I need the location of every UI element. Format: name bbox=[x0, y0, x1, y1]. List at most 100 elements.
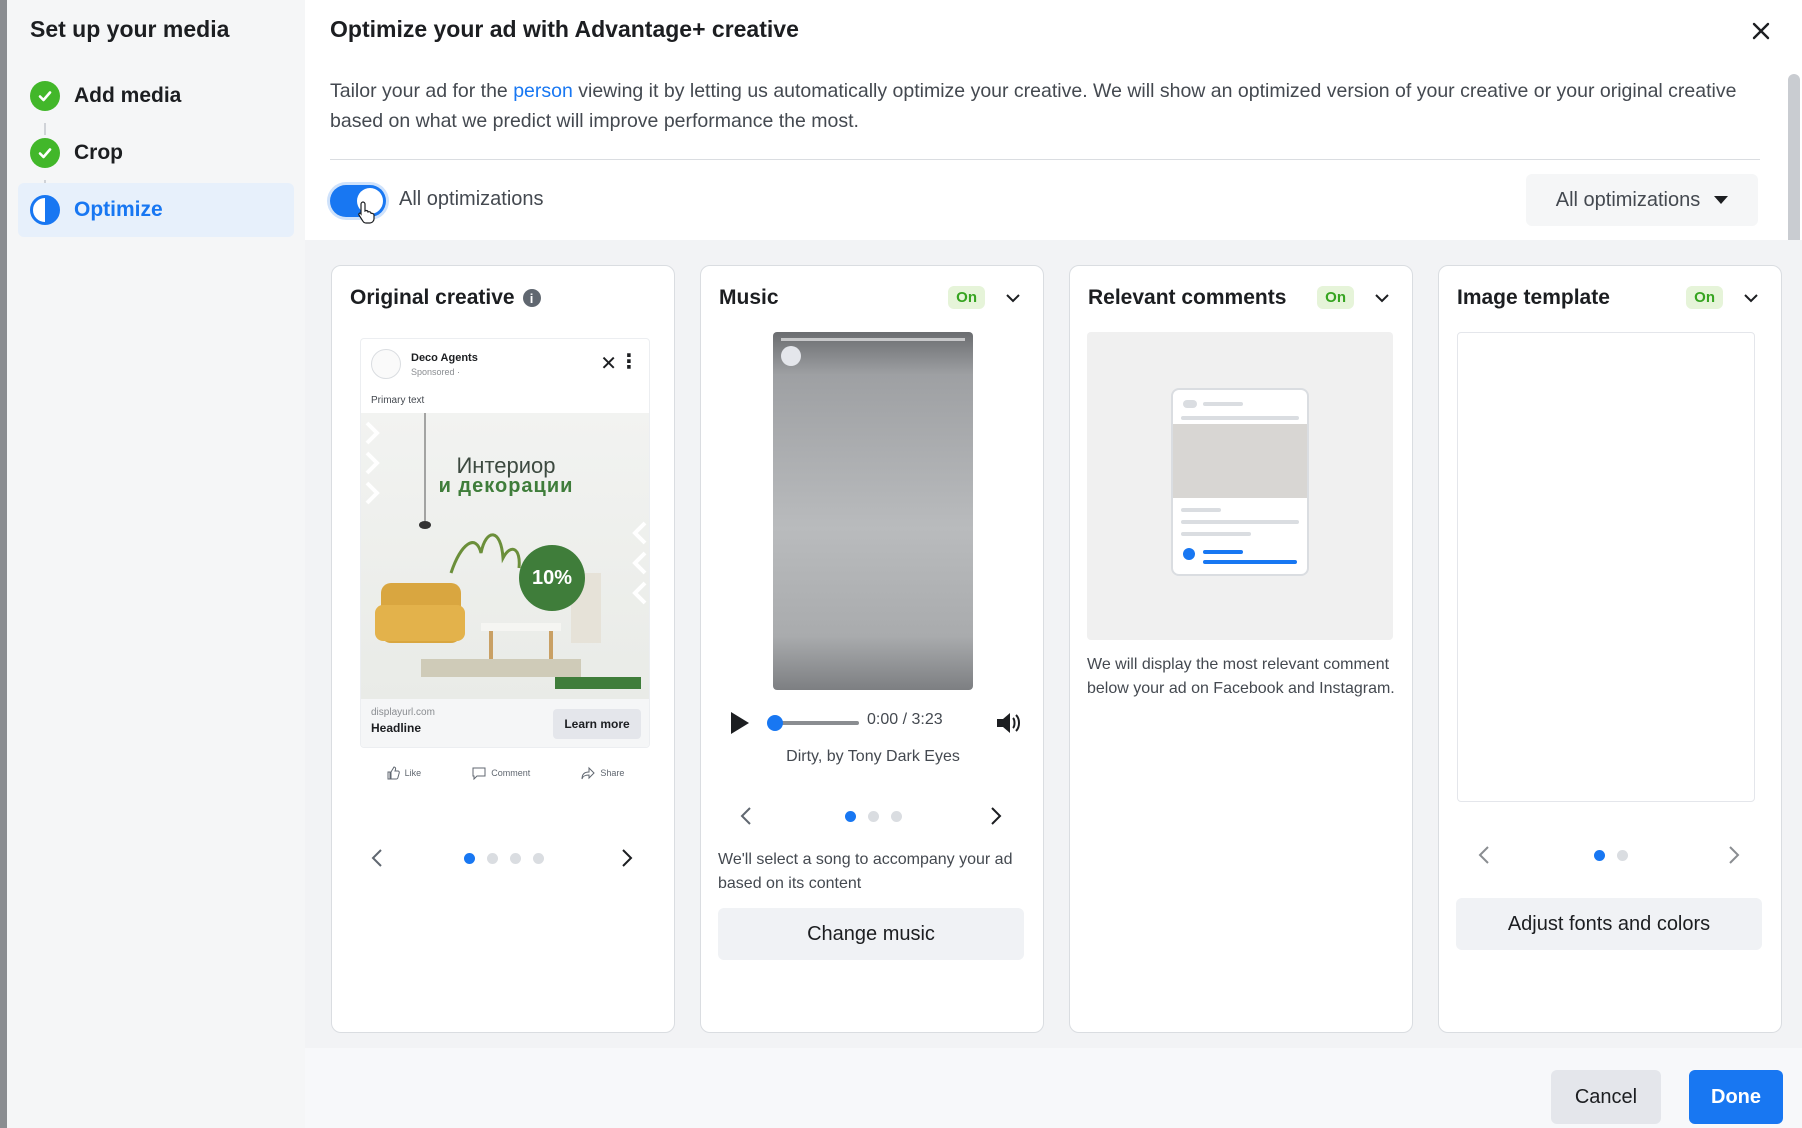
ad-headline: Headline bbox=[371, 721, 422, 735]
like-icon bbox=[387, 766, 400, 780]
divider bbox=[330, 159, 1760, 160]
slider-handle[interactable] bbox=[767, 715, 783, 731]
dropdown-value: All optimizations bbox=[1555, 188, 1701, 211]
ad-header: Deco Agents Sponsored · ✕ ⋮ bbox=[361, 339, 649, 387]
comments-description: We will display the most relevant commen… bbox=[1087, 656, 1395, 697]
caret-down-icon bbox=[1714, 196, 1729, 204]
ad-preview: Deco Agents Sponsored · ✕ ⋮ Primary text bbox=[360, 338, 650, 748]
like-action: Like bbox=[386, 766, 421, 780]
carousel-dots bbox=[349, 853, 659, 864]
volume-icon[interactable] bbox=[993, 708, 1023, 738]
status-badge: On bbox=[948, 286, 985, 309]
template-preview bbox=[1457, 332, 1755, 802]
music-description: We'll select a song to accompany your ad… bbox=[718, 851, 1013, 892]
ad-image: Интериор и декорации 10% bbox=[361, 413, 649, 699]
step-add-media[interactable]: Add media bbox=[18, 69, 294, 123]
mock-post-illustration bbox=[1171, 388, 1309, 576]
carousel-dot[interactable] bbox=[1617, 850, 1628, 861]
ad-primary-text: Primary text bbox=[371, 395, 425, 406]
close-button[interactable] bbox=[1744, 14, 1778, 48]
carousel-dot[interactable] bbox=[1594, 850, 1605, 861]
discount-badge: 10% bbox=[519, 545, 585, 611]
sidebar-title: Set up your media bbox=[30, 16, 230, 42]
step-label: Optimize bbox=[74, 198, 163, 221]
step-optimize[interactable]: Optimize bbox=[18, 183, 294, 237]
setup-sidebar: Set up your media Add media Crop Optimiz… bbox=[0, 0, 305, 1128]
audio-time: 0:00 / 3:23 bbox=[867, 711, 943, 728]
learn-more-button: Learn more bbox=[553, 709, 641, 739]
optimize-dialog: Optimize your ad with Advantage+ creativ… bbox=[305, 0, 1802, 1128]
change-music-button[interactable]: Change music bbox=[718, 908, 1024, 960]
carousel-dot[interactable] bbox=[533, 853, 544, 864]
dialog-description: Tailor your ad for the person viewing it… bbox=[330, 80, 1737, 132]
chevron-right-icon bbox=[1729, 846, 1740, 864]
card-title: Original creative i bbox=[350, 286, 541, 310]
info-icon[interactable]: i bbox=[522, 289, 541, 307]
check-icon bbox=[30, 138, 60, 168]
story-avatar bbox=[781, 346, 801, 366]
window-edge bbox=[0, 0, 7, 1128]
progress-half-icon bbox=[30, 195, 60, 225]
next-arrow-button[interactable] bbox=[617, 843, 637, 873]
next-arrow-button[interactable] bbox=[986, 801, 1006, 831]
ad-url: displayurl.com bbox=[371, 707, 435, 718]
comments-preview bbox=[1087, 332, 1393, 640]
carousel-dot[interactable] bbox=[890, 811, 902, 822]
ad-footer: displayurl.com Headline Learn more bbox=[361, 699, 649, 747]
carousel-dot[interactable] bbox=[510, 853, 521, 864]
story-progress bbox=[781, 338, 965, 341]
close-icon: ✕ bbox=[600, 353, 617, 375]
comment-action: Comment bbox=[472, 766, 530, 780]
ad-sponsored: Sponsored · bbox=[411, 367, 461, 377]
comment-icon bbox=[472, 767, 486, 780]
ad-brand: Deco Agents bbox=[411, 352, 478, 364]
brand-logo bbox=[371, 349, 401, 379]
carousel-dot[interactable] bbox=[844, 811, 856, 822]
cancel-button[interactable]: Cancel bbox=[1551, 1070, 1661, 1124]
adjust-fonts-button[interactable]: Adjust fonts and colors bbox=[1456, 898, 1762, 950]
step-label: Crop bbox=[74, 141, 123, 164]
card-original-creative: Original creative i Deco Agents Sponsore… bbox=[331, 265, 675, 1033]
card-title: Music bbox=[719, 286, 779, 309]
ad-image-line2: и декорации bbox=[438, 475, 574, 497]
card-image-template: Image template On Adjust fonts and color… bbox=[1438, 265, 1782, 1033]
card-music: Music On 0:00 / 3:23 Dirty, by Tony Dark… bbox=[700, 265, 1044, 1033]
close-icon bbox=[1752, 22, 1770, 40]
carousel-dot[interactable] bbox=[867, 811, 879, 822]
song-name: Dirty, by Tony Dark Eyes bbox=[786, 748, 960, 765]
card-title: Image template bbox=[1457, 286, 1610, 309]
carousel-dots bbox=[1456, 850, 1766, 861]
more-icon: ⋮ bbox=[619, 351, 639, 373]
chevron-right-icon bbox=[622, 849, 633, 867]
music-carousel bbox=[718, 801, 1028, 831]
share-icon bbox=[581, 766, 596, 780]
audio-progress-slider[interactable] bbox=[767, 715, 859, 731]
chevron-down-icon[interactable] bbox=[1374, 290, 1390, 306]
chevron-right-icon bbox=[991, 807, 1002, 825]
step-label: Add media bbox=[74, 84, 182, 107]
check-icon bbox=[30, 81, 60, 111]
audio-player: 0:00 / 3:23 bbox=[731, 704, 1021, 744]
status-badge: On bbox=[1317, 286, 1354, 309]
card-title: Relevant comments bbox=[1088, 286, 1287, 309]
chevron-down-icon[interactable] bbox=[1005, 290, 1021, 306]
music-story-preview bbox=[773, 332, 973, 690]
optimizations-dropdown[interactable]: All optimizations bbox=[1526, 174, 1758, 226]
dialog-title: Optimize your ad with Advantage+ creativ… bbox=[330, 16, 799, 42]
next-arrow-button[interactable] bbox=[1724, 840, 1744, 870]
share-action: Share bbox=[581, 766, 624, 780]
toggle-label: All optimizations bbox=[399, 188, 544, 210]
template-carousel bbox=[1456, 840, 1766, 870]
play-icon[interactable] bbox=[731, 712, 749, 734]
chevron-down-icon[interactable] bbox=[1743, 290, 1759, 306]
card-relevant-comments: Relevant comments On We will display the… bbox=[1069, 265, 1413, 1033]
original-carousel bbox=[349, 843, 659, 873]
person-link[interactable]: person bbox=[513, 80, 573, 102]
step-crop[interactable]: Crop bbox=[18, 126, 294, 180]
carousel-dots bbox=[718, 811, 1028, 822]
dialog-footer: Cancel Done bbox=[305, 1048, 1802, 1128]
carousel-dot[interactable] bbox=[487, 853, 498, 864]
hand-cursor-icon bbox=[358, 201, 375, 224]
done-button[interactable]: Done bbox=[1689, 1070, 1783, 1124]
carousel-dot[interactable] bbox=[464, 853, 475, 864]
